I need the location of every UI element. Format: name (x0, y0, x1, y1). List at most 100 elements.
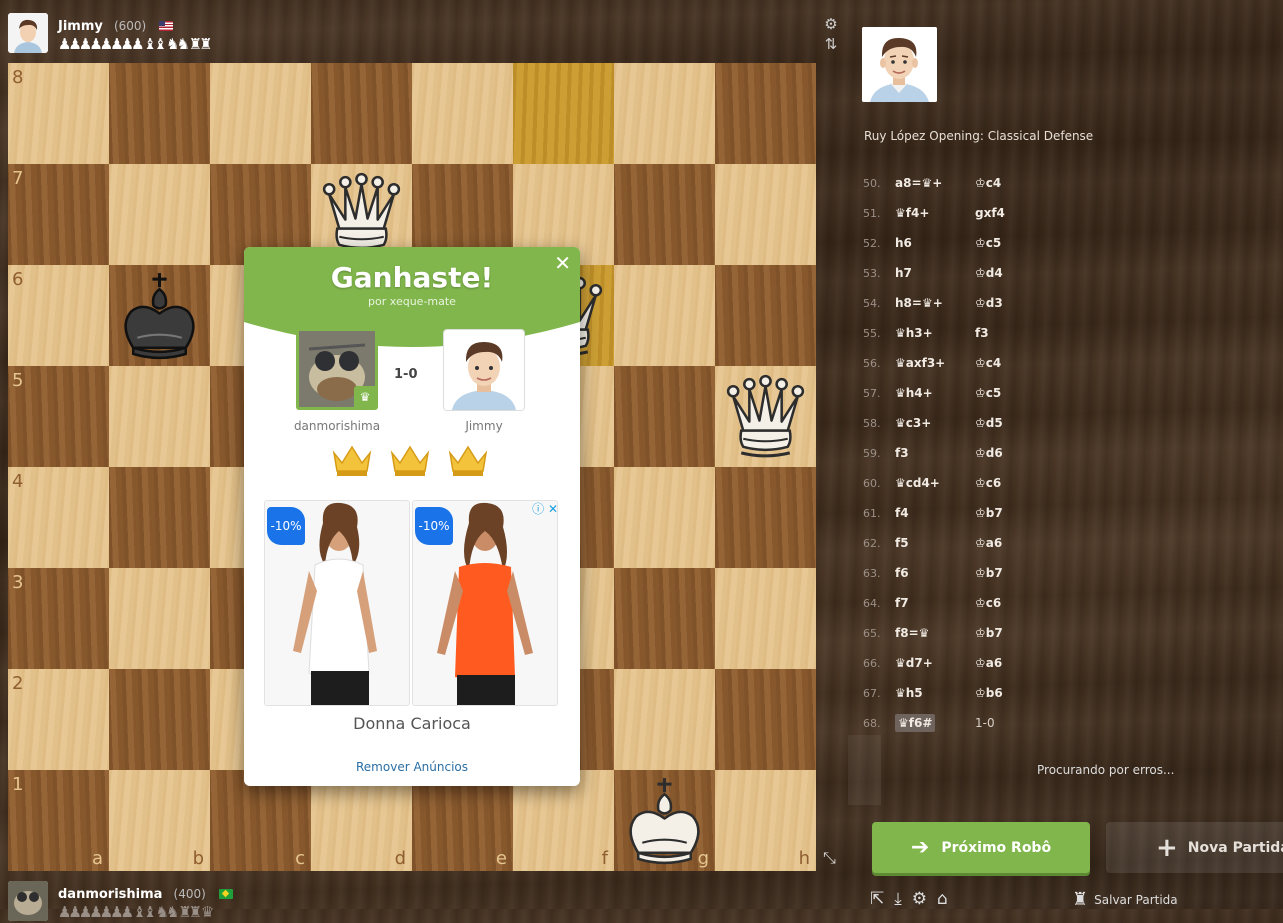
square-e8[interactable] (412, 63, 513, 164)
new-game-button[interactable]: + Nova Partida (1106, 822, 1283, 873)
white-move[interactable]: ♛cd4+ (893, 476, 975, 490)
square-a7[interactable]: 7 (8, 164, 109, 265)
bottom-player-name[interactable]: danmorishima (58, 887, 162, 902)
square-a2[interactable]: 2 (8, 669, 109, 770)
download-icon[interactable]: ⤓ (894, 889, 902, 909)
black-move[interactable]: ♔a6 (975, 536, 1055, 550)
white-move[interactable]: ♛c3+ (893, 416, 975, 430)
square-g8[interactable] (614, 63, 715, 164)
white-move[interactable]: ♛f4+ (893, 206, 975, 220)
white-move[interactable]: h6 (893, 236, 975, 250)
expand-board-icon[interactable]: ⤡ (823, 848, 836, 868)
settings-gear-icon[interactable]: ⚙ (822, 14, 840, 34)
black-move[interactable]: ♔d5 (975, 416, 1055, 430)
winner-avatar[interactable]: ♛ (296, 328, 378, 410)
ad-product-2[interactable]: -10% (412, 500, 558, 706)
black-move[interactable]: ♔c5 (975, 236, 1055, 250)
square-g3[interactable] (614, 568, 715, 669)
square-h5[interactable] (715, 366, 816, 467)
square-a5[interactable]: 5 (8, 366, 109, 467)
black-move[interactable]: ♔b7 (975, 626, 1055, 640)
square-a1[interactable]: 1a (8, 770, 109, 871)
square-a4[interactable]: 4 (8, 467, 109, 568)
black-move[interactable]: ♔d4 (975, 266, 1055, 280)
square-g4[interactable] (614, 467, 715, 568)
square-h1[interactable]: h (715, 770, 816, 871)
square-b4[interactable] (109, 467, 210, 568)
loser-avatar[interactable] (444, 330, 524, 410)
white-move[interactable]: f7 (893, 596, 975, 610)
black-move[interactable]: ♔a6 (975, 656, 1055, 670)
white-move[interactable]: ♛axf3+ (893, 356, 975, 370)
square-b5[interactable] (109, 366, 210, 467)
white-queen-icon[interactable] (715, 366, 816, 467)
ad-brand-name[interactable]: Donna Carioca (244, 714, 580, 733)
flip-board-icon[interactable]: ⇅ (822, 34, 840, 54)
top-player-name[interactable]: Jimmy (58, 19, 103, 34)
square-g7[interactable] (614, 164, 715, 265)
square-g5[interactable] (614, 366, 715, 467)
library-icon[interactable]: ⌂ (937, 889, 948, 909)
square-b1[interactable]: b (109, 770, 210, 871)
white-move[interactable]: ♛h4+ (893, 386, 975, 400)
remove-ads-link[interactable]: Remover Anúncios (244, 760, 580, 774)
square-g6[interactable] (614, 265, 715, 366)
advertisement[interactable]: -10% -10% ⓘ ✕ (264, 500, 560, 706)
ad-info-close-icon[interactable]: ⓘ ✕ (532, 500, 558, 517)
square-h3[interactable] (715, 568, 816, 669)
black-move[interactable]: f3 (975, 326, 1055, 340)
black-move[interactable]: ♔c5 (975, 386, 1055, 400)
opening-name[interactable]: Ruy López Opening: Classical Defense (864, 129, 1093, 143)
white-move[interactable]: f3 (893, 446, 975, 460)
white-move[interactable]: f6 (893, 566, 975, 580)
square-b6[interactable] (109, 265, 210, 366)
black-move[interactable]: ♔c4 (975, 176, 1055, 190)
white-move[interactable]: a8=♛+ (893, 176, 975, 190)
black-move[interactable]: 1-0 (975, 716, 1055, 730)
black-king-icon[interactable] (109, 265, 210, 366)
square-g1[interactable]: g (614, 770, 715, 871)
square-h8[interactable] (715, 63, 816, 164)
square-b2[interactable] (109, 669, 210, 770)
black-move[interactable]: ♔d3 (975, 296, 1055, 310)
square-b3[interactable] (109, 568, 210, 669)
white-move[interactable]: f8=♛ (893, 626, 975, 640)
share-icon[interactable]: ⇱ (870, 889, 884, 909)
black-move[interactable]: ♔c4 (975, 356, 1055, 370)
save-game-button[interactable]: ♜ Salvar Partida (1072, 889, 1178, 910)
white-move[interactable]: h7 (893, 266, 975, 280)
close-icon[interactable]: ✕ (554, 251, 571, 275)
black-move[interactable]: ♔b7 (975, 566, 1055, 580)
square-a6[interactable]: 6 (8, 265, 109, 366)
black-move[interactable]: ♔d6 (975, 446, 1055, 460)
ad-product-1[interactable]: -10% (264, 500, 410, 706)
square-h7[interactable] (715, 164, 816, 265)
white-move[interactable]: ♛d7+ (893, 656, 975, 670)
square-d8[interactable] (311, 63, 412, 164)
square-h2[interactable] (715, 669, 816, 770)
square-f8[interactable] (513, 63, 614, 164)
black-move[interactable]: gxf4 (975, 206, 1055, 220)
square-b7[interactable] (109, 164, 210, 265)
black-move[interactable]: ♔c6 (975, 596, 1055, 610)
white-move[interactable]: ♛h5 (893, 686, 975, 700)
bottom-player-avatar[interactable] (8, 881, 48, 921)
square-c8[interactable] (210, 63, 311, 164)
black-move[interactable]: ♔b7 (975, 506, 1055, 520)
square-h4[interactable] (715, 467, 816, 568)
square-a3[interactable]: 3 (8, 568, 109, 669)
square-b8[interactable] (109, 63, 210, 164)
black-move[interactable]: ♔c6 (975, 476, 1055, 490)
square-h6[interactable] (715, 265, 816, 366)
white-move[interactable]: ♛h3+ (893, 326, 975, 340)
white-king-icon[interactable] (614, 770, 715, 871)
black-move[interactable]: ♔b6 (975, 686, 1055, 700)
white-move[interactable]: f5 (893, 536, 975, 550)
white-move[interactable]: ♛f6# (893, 714, 975, 732)
next-bot-button[interactable]: ➔ Próximo Robô (872, 822, 1090, 873)
square-a8[interactable]: 8 (8, 63, 109, 164)
top-player-avatar[interactable] (8, 13, 48, 53)
white-move[interactable]: h8=♛+ (893, 296, 975, 310)
square-g2[interactable] (614, 669, 715, 770)
settings-icon[interactable]: ⚙ (912, 889, 927, 909)
